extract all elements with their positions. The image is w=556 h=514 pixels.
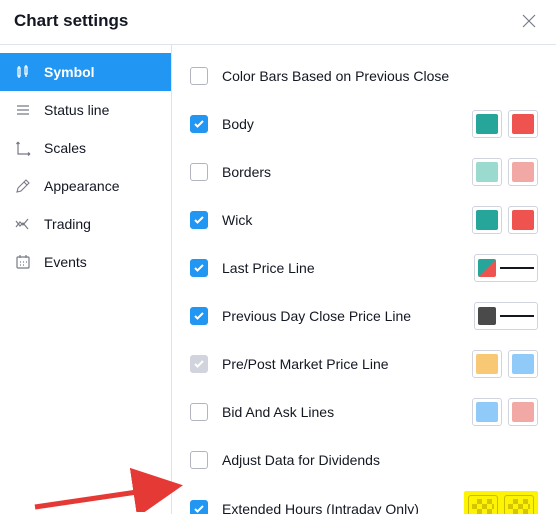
swatch-last-price-line-style[interactable]	[474, 254, 538, 282]
swatch-wick-up[interactable]	[472, 206, 502, 234]
check-icon	[193, 310, 205, 322]
sidebar-item-events[interactable]: Events	[0, 243, 171, 281]
trend-icon	[14, 215, 32, 233]
calendar-icon	[14, 253, 32, 271]
label-color-bars-prev-close: Color Bars Based on Previous Close	[222, 68, 538, 84]
label-bid-ask: Bid And Ask Lines	[222, 404, 472, 420]
label-last-price-line: Last Price Line	[222, 260, 474, 276]
checkbox-color-bars-prev-close[interactable]	[190, 67, 208, 85]
sidebar-item-status-line[interactable]: Status line	[0, 91, 171, 129]
check-icon	[193, 503, 205, 514]
label-body: Body	[222, 116, 472, 132]
label-extended-hours: Extended Hours (Intraday Only)	[222, 501, 464, 514]
swatches-prev-day-close	[474, 302, 538, 330]
sidebar-item-trading[interactable]: Trading	[0, 205, 171, 243]
row-extended-hours: Extended Hours (Intraday Only)	[190, 491, 538, 514]
settings-content: Color Bars Based on Previous Close Body …	[172, 45, 556, 514]
swatches-pre-post	[472, 350, 538, 378]
close-button[interactable]	[518, 10, 540, 32]
row-prev-day-close: Previous Day Close Price Line	[190, 299, 538, 333]
swatch-body-down[interactable]	[508, 110, 538, 138]
candles-icon	[14, 63, 32, 81]
checkbox-borders[interactable]	[190, 163, 208, 181]
sidebar-item-appearance[interactable]: Appearance	[0, 167, 171, 205]
checkbox-extended-hours[interactable]	[190, 500, 208, 514]
row-wick: Wick	[190, 203, 538, 237]
swatches-bid-ask	[472, 398, 538, 426]
highlight-extended-hours	[464, 491, 538, 514]
sidebar-item-label: Events	[44, 254, 87, 270]
pencil-icon	[14, 177, 32, 195]
sidebar-item-symbol[interactable]: Symbol	[0, 53, 171, 91]
close-icon	[521, 13, 537, 29]
check-icon	[193, 262, 205, 274]
checkbox-last-price-line[interactable]	[190, 259, 208, 277]
swatch-borders-up[interactable]	[472, 158, 502, 186]
sidebar-item-label: Trading	[44, 216, 91, 232]
check-icon	[193, 214, 205, 226]
swatch-wick-down[interactable]	[508, 206, 538, 234]
label-adjust-dividends: Adjust Data for Dividends	[222, 452, 538, 468]
row-last-price-line: Last Price Line	[190, 251, 538, 285]
sidebar-item-label: Appearance	[44, 178, 120, 194]
sidebar-tabs: Symbol Status line Scales Appearance Tra	[0, 45, 172, 514]
swatch-ask[interactable]	[508, 398, 538, 426]
swatch-pre-post-2[interactable]	[508, 350, 538, 378]
dialog-body: Symbol Status line Scales Appearance Tra	[0, 45, 556, 514]
sidebar-item-label: Symbol	[44, 64, 95, 80]
checkbox-bid-ask[interactable]	[190, 403, 208, 421]
row-pre-post: Pre/Post Market Price Line	[190, 347, 538, 381]
check-icon	[193, 118, 205, 130]
dialog-header: Chart settings	[0, 0, 556, 45]
swatch-body-up[interactable]	[472, 110, 502, 138]
swatch-prev-day-close-style[interactable]	[474, 302, 538, 330]
axes-icon	[14, 139, 32, 157]
row-borders: Borders	[190, 155, 538, 189]
sidebar-item-scales[interactable]: Scales	[0, 129, 171, 167]
swatch-pre-post-1[interactable]	[472, 350, 502, 378]
label-pre-post: Pre/Post Market Price Line	[222, 356, 472, 372]
check-icon	[193, 358, 205, 370]
swatch-extended-1[interactable]	[468, 495, 498, 514]
row-bid-ask: Bid And Ask Lines	[190, 395, 538, 429]
row-color-bars-prev-close: Color Bars Based on Previous Close	[190, 59, 538, 93]
label-wick: Wick	[222, 212, 472, 228]
label-prev-day-close: Previous Day Close Price Line	[222, 308, 474, 324]
checkbox-pre-post[interactable]	[190, 355, 208, 373]
row-adjust-dividends: Adjust Data for Dividends	[190, 443, 538, 477]
swatches-wick	[472, 206, 538, 234]
swatch-extended-2[interactable]	[504, 495, 534, 514]
swatches-last-price-line	[474, 254, 538, 282]
sidebar-item-label: Scales	[44, 140, 86, 156]
label-borders: Borders	[222, 164, 472, 180]
dialog-title: Chart settings	[14, 11, 128, 31]
sidebar-item-label: Status line	[44, 102, 109, 118]
checkbox-prev-day-close[interactable]	[190, 307, 208, 325]
checkbox-adjust-dividends[interactable]	[190, 451, 208, 469]
checkbox-body[interactable]	[190, 115, 208, 133]
checkbox-wick[interactable]	[190, 211, 208, 229]
swatches-body	[472, 110, 538, 138]
row-body: Body	[190, 107, 538, 141]
list-icon	[14, 101, 32, 119]
swatch-borders-down[interactable]	[508, 158, 538, 186]
swatches-borders	[472, 158, 538, 186]
swatch-bid[interactable]	[472, 398, 502, 426]
